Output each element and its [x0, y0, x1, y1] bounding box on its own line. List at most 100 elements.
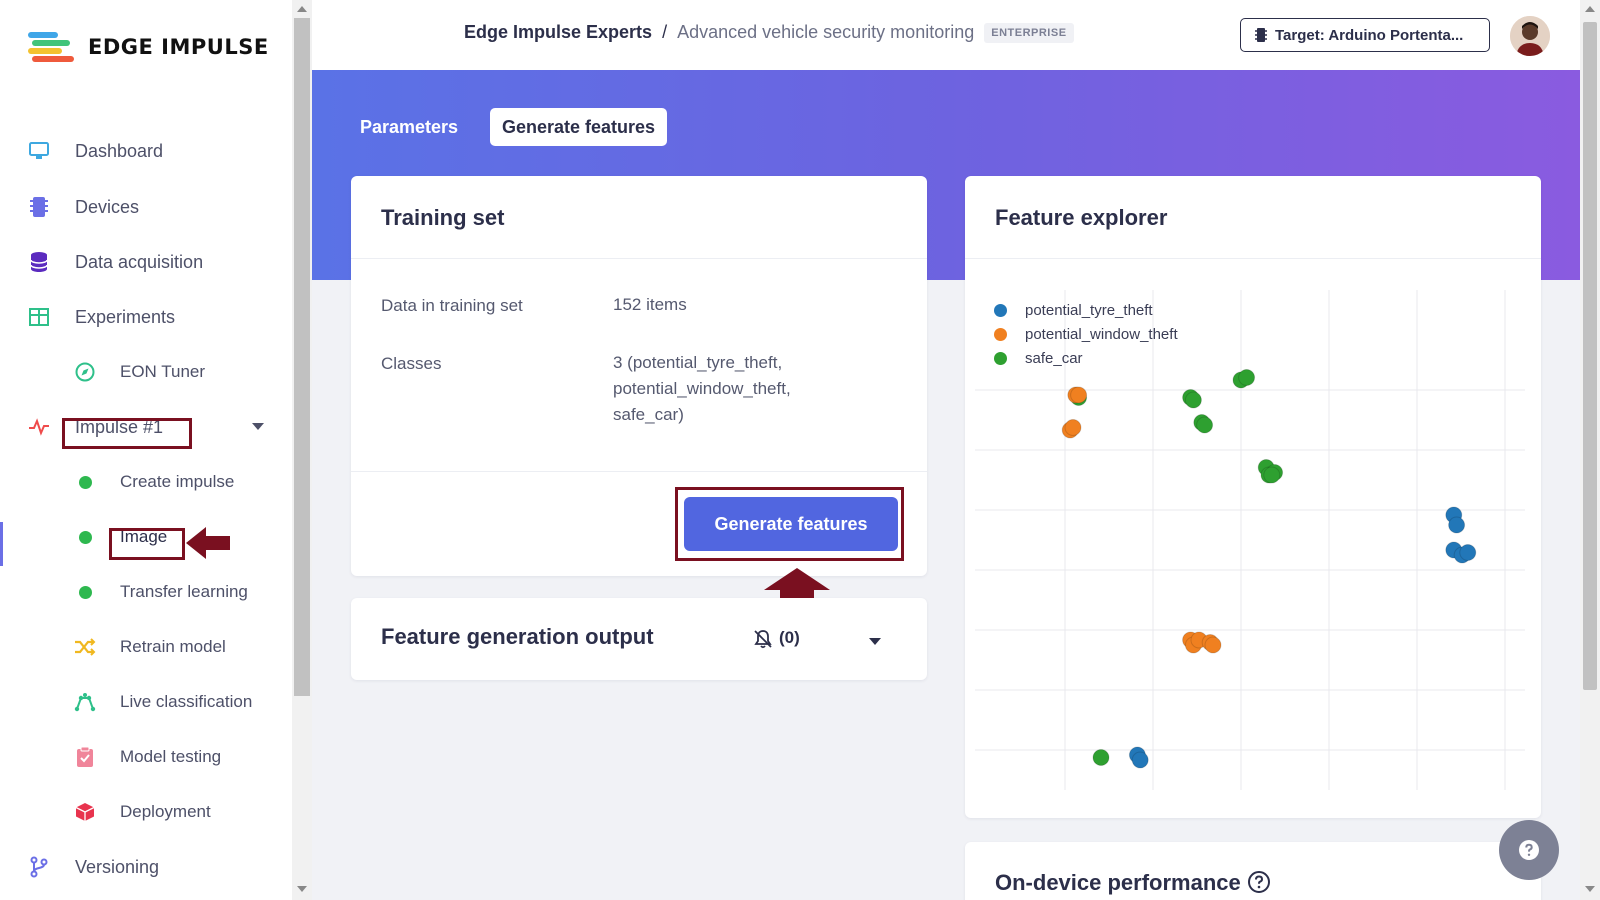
scroll-up-arrow-icon[interactable]	[1585, 6, 1595, 12]
sidebar-item-create-impulse[interactable]: Create impulse	[0, 462, 292, 502]
brand-logo[interactable]: EDGE IMPULSE	[28, 30, 269, 64]
legend-label: potential_tyre_theft	[1025, 301, 1153, 319]
scatter-point[interactable]	[1459, 544, 1477, 561]
chevron-down-icon[interactable]	[869, 638, 881, 645]
scatter-point[interactable]	[1204, 636, 1222, 654]
scroll-down-arrow-icon[interactable]	[297, 886, 307, 892]
target-device-button[interactable]: Target: Arduino Portenta...	[1240, 18, 1490, 52]
page-scrollbar[interactable]	[1580, 0, 1600, 900]
data-count-label: Data in training set	[381, 296, 523, 315]
legend-swatch	[994, 327, 1007, 341]
scatter-point[interactable]	[1448, 516, 1466, 534]
sidebar-item-data-acquisition[interactable]: Data acquisition	[0, 242, 292, 282]
scatter-point[interactable]	[1184, 391, 1202, 409]
target-label: Target: Arduino Portenta...	[1275, 26, 1464, 44]
sidebar-item-label: EON Tuner	[120, 362, 206, 381]
sidebar-item-label: Data acquisition	[75, 251, 204, 272]
legend-item[interactable]: potential_window_theft	[994, 322, 1178, 346]
legend-swatch	[994, 303, 1007, 317]
classes-value: 3 (potential_tyre_theft, potential_windo…	[613, 353, 791, 424]
image-highlight-box	[109, 528, 185, 560]
sidebar-item-label: Dashboard	[75, 140, 164, 161]
scatter-point[interactable]	[1070, 386, 1088, 404]
impulse-highlight-box	[62, 418, 192, 449]
training-set-title: Training set	[381, 205, 505, 230]
sidebar-scrollbar[interactable]	[292, 0, 312, 900]
brand-name: EDGE IMPULSE	[88, 35, 269, 59]
tab-generate-features[interactable]: Generate features	[490, 108, 668, 146]
card-divider	[965, 258, 1541, 259]
top-header: Edge Impulse Experts / Advanced vehicle …	[312, 0, 1580, 70]
scatter-point[interactable]	[1064, 419, 1082, 436]
chip-icon	[28, 196, 50, 218]
sidebar-item-versioning[interactable]: Versioning	[0, 847, 292, 887]
user-avatar[interactable]	[1510, 16, 1550, 56]
card-divider	[351, 258, 927, 259]
breadcrumb: Edge Impulse Experts / Advanced vehicle …	[464, 22, 1074, 43]
sidebar: EDGE IMPULSE Dashboard Devices Data acqu…	[0, 0, 292, 900]
clipboard-check-icon	[74, 746, 96, 768]
feature-generation-output-card[interactable]: Feature generation output (0)	[351, 598, 927, 680]
help-button[interactable]	[1499, 820, 1559, 880]
sidebar-item-deployment[interactable]: Deployment	[0, 792, 292, 832]
grid-icon	[28, 306, 50, 328]
legend-item[interactable]: safe_car	[994, 346, 1178, 370]
plot-points	[1061, 369, 1477, 769]
sidebar-item-transfer-learning[interactable]: Transfer learning	[0, 572, 292, 612]
sidebar-item-label: Versioning	[75, 856, 160, 877]
scatter-point[interactable]	[1238, 369, 1256, 386]
data-count-value: 152 items	[613, 295, 687, 314]
sidebar-item-dashboard[interactable]: Dashboard	[0, 131, 292, 171]
classes-label: Classes	[381, 354, 442, 373]
card-divider	[351, 471, 927, 472]
legend-label: potential_window_theft	[1025, 325, 1178, 343]
scroll-up-arrow-icon[interactable]	[297, 6, 307, 12]
sidebar-item-label: Model testing	[120, 747, 222, 766]
sidebar-item-label: Transfer learning	[120, 582, 248, 601]
sidebar-scrollbar-thumb[interactable]	[294, 18, 310, 696]
scatter-point[interactable]	[1196, 416, 1214, 434]
branch-icon	[28, 856, 50, 878]
sidebar-item-label: Deployment	[120, 802, 211, 821]
generate-features-button[interactable]: Generate features	[684, 497, 898, 551]
pulse-icon	[28, 416, 50, 438]
legend-item[interactable]: potential_tyre_theft	[994, 298, 1178, 322]
tab-parameters[interactable]: Parameters	[348, 108, 470, 146]
legend-label: safe_car	[1025, 349, 1083, 367]
sidebar-item-retrain-model[interactable]: Retrain model	[0, 627, 292, 667]
chip-icon	[1255, 28, 1267, 42]
scatter-point[interactable]	[1263, 466, 1281, 484]
sidebar-item-devices[interactable]: Devices	[0, 187, 292, 227]
scatter-point[interactable]	[1092, 749, 1110, 766]
compass-icon	[74, 361, 96, 383]
cube-icon	[74, 801, 96, 823]
notification-count: (0)	[779, 628, 800, 647]
on-device-performance-title: On-device performance	[995, 870, 1241, 895]
network-icon	[74, 691, 96, 713]
sidebar-item-label: Create impulse	[120, 472, 235, 491]
feature-explorer-title: Feature explorer	[995, 205, 1168, 230]
breadcrumb-owner[interactable]: Edge Impulse Experts	[464, 22, 652, 43]
sidebar-item-live-classification[interactable]: Live classification	[0, 682, 292, 722]
scatter-point[interactable]	[1131, 751, 1149, 769]
breadcrumb-project-name[interactable]: Advanced vehicle security monitoring	[677, 22, 974, 43]
edge-impulse-logo-icon	[28, 30, 74, 64]
sidebar-item-label: Experiments	[75, 306, 176, 327]
question-circle-icon[interactable]	[1247, 870, 1271, 894]
bell-off-icon[interactable]	[753, 629, 773, 649]
legend-swatch	[994, 351, 1007, 365]
active-indicator	[0, 522, 3, 566]
database-icon	[28, 251, 50, 273]
question-circle-icon	[1519, 840, 1539, 860]
status-dot-icon	[74, 526, 96, 548]
scroll-down-arrow-icon[interactable]	[1585, 886, 1595, 892]
feature-generation-output-title: Feature generation output	[381, 624, 654, 649]
sidebar-item-model-testing[interactable]: Model testing	[0, 737, 292, 777]
chevron-down-icon[interactable]	[252, 423, 264, 430]
status-dot-icon	[74, 471, 96, 493]
sidebar-item-label: Retrain model	[120, 637, 226, 656]
sidebar-item-experiments[interactable]: Experiments	[0, 297, 292, 337]
page-scrollbar-thumb[interactable]	[1583, 22, 1597, 690]
sidebar-item-eon-tuner[interactable]: EON Tuner	[0, 352, 292, 392]
status-dot-icon	[74, 581, 96, 603]
